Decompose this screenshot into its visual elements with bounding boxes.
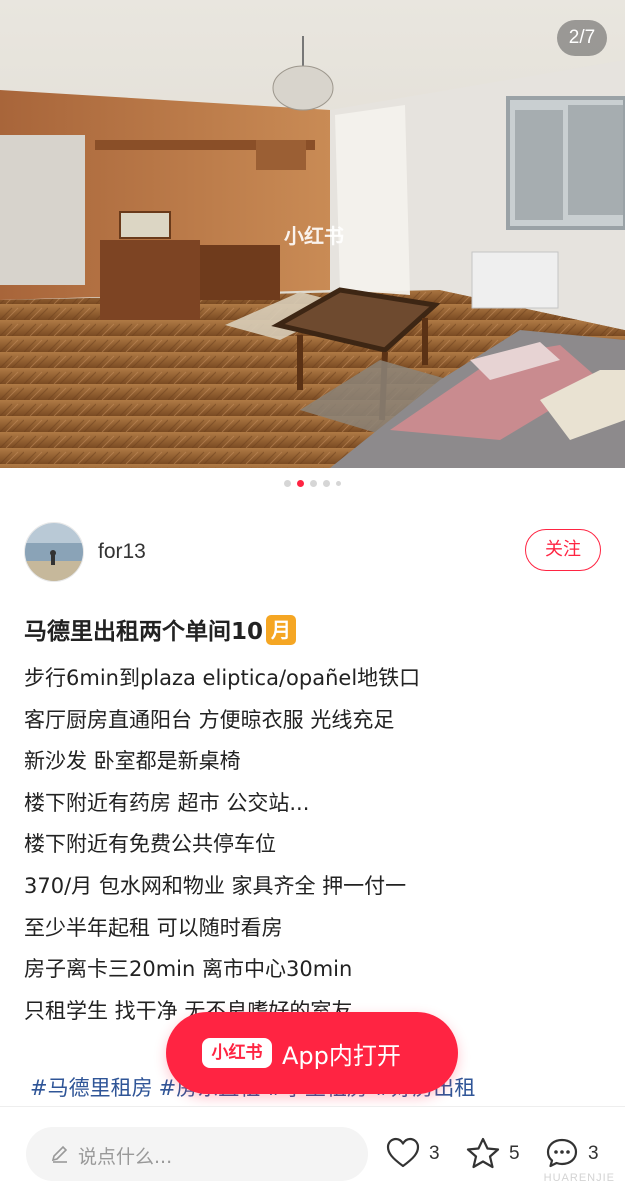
collect-count: 5 <box>509 1143 520 1164</box>
comment-input[interactable]: 说点什么... <box>26 1127 368 1181</box>
carousel-indicator <box>0 480 625 487</box>
month-emoji-badge: 月 <box>266 615 297 645</box>
pencil-icon <box>51 1145 68 1163</box>
image-counter: 2/7 <box>557 20 607 56</box>
carousel-dot <box>323 480 330 487</box>
post-title: 马德里出租两个单间10 月 <box>24 612 297 646</box>
site-watermark: HUARENJIE <box>543 1172 615 1184</box>
post-photo[interactable]: 2/7 小红书 <box>0 0 625 468</box>
bottom-action-bar: 说点什么... 3 5 3 <box>0 1106 625 1201</box>
post-line: 楼下附近有免费公共停车位 <box>24 832 276 857</box>
post-line: 房子离卡三20min 离市中心30min <box>24 957 353 982</box>
post-line: 楼下附近有药房 超市 公交站... <box>24 790 310 815</box>
post-title-text: 马德里出租两个单间10 <box>24 619 264 645</box>
watermark-logo: 小红书 <box>284 224 344 248</box>
author-name[interactable]: for13 <box>98 540 146 564</box>
hashtag-link[interactable]: #马德里租房 <box>30 1076 153 1100</box>
xiaohongshu-logo: 小红书 <box>202 1038 272 1068</box>
post-line: 新沙发 卧室都是新桌椅 <box>24 749 241 774</box>
open-in-app-button[interactable]: 小红书 App内打开 <box>166 1012 458 1094</box>
author-row: for13 关注 <box>24 522 601 582</box>
carousel-dot <box>310 480 317 487</box>
post-body: 步行6min到plaza eliptica/opañel地铁口 客厅厨房直通阳台… <box>24 658 604 1032</box>
comment-bubble-icon <box>546 1138 578 1168</box>
open-in-app-label: App内打开 <box>282 1042 401 1070</box>
follow-button[interactable]: 关注 <box>525 529 601 571</box>
carousel-dot <box>336 481 341 486</box>
comment-count: 3 <box>588 1143 599 1164</box>
heart-icon <box>386 1137 420 1168</box>
like-count: 3 <box>429 1143 440 1164</box>
carousel-dot-active <box>297 480 304 487</box>
avatar[interactable] <box>24 522 84 582</box>
comment-placeholder: 说点什么... <box>78 1146 173 1168</box>
post-line: 客厅厨房直通阳台 方便晾衣服 光线充足 <box>24 707 395 732</box>
post-line: 步行6min到plaza eliptica/opañel地铁口 <box>24 666 421 690</box>
post-line: 370/月 包水网和物业 家具齐全 押一付一 <box>24 873 407 898</box>
star-icon <box>466 1137 500 1169</box>
post-line: 至少半年起租 可以随时看房 <box>24 915 283 940</box>
carousel-dot <box>284 480 291 487</box>
